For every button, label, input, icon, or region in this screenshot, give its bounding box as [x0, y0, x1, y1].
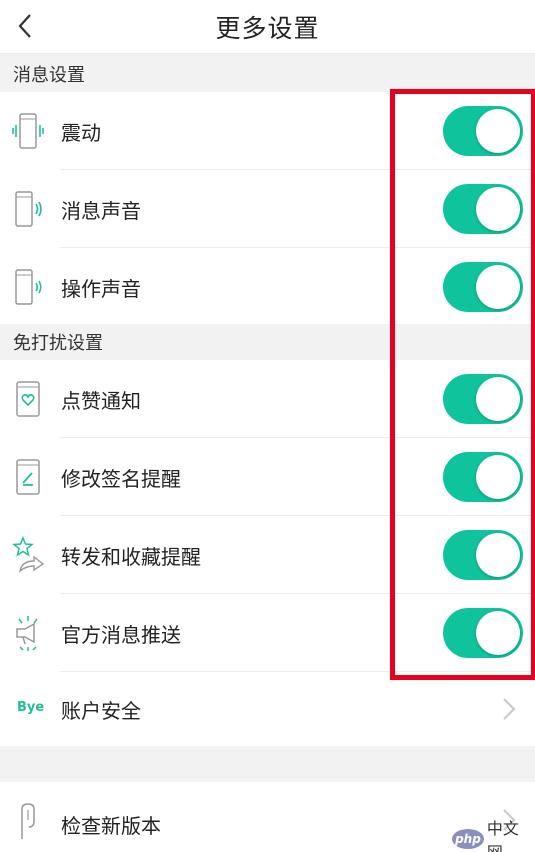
phone-heart-icon: [16, 381, 40, 417]
toggle-knob: [476, 611, 520, 655]
row-label-like-notify: 点赞通知: [61, 388, 141, 413]
toggle-knob: [476, 455, 520, 499]
row-label-check-update: 检查新版本: [61, 814, 161, 838]
action-sound-toggle[interactable]: [443, 262, 523, 312]
row-message-sound: 消息声音: [0, 170, 535, 248]
row-label-message-sound: 消息声音: [61, 198, 141, 223]
section-header-message: 消息设置: [0, 56, 535, 92]
toggle-knob: [476, 265, 520, 309]
like-notify-toggle[interactable]: [443, 374, 523, 424]
row-like-notify: 点赞通知: [0, 360, 535, 438]
phone-sound-icon: [15, 191, 42, 227]
message-sound-toggle[interactable]: [443, 184, 523, 234]
bye-icon: Bye: [17, 700, 45, 715]
vibrate-toggle[interactable]: [443, 106, 523, 156]
phone-pen-icon: [16, 459, 40, 495]
toggle-knob: [476, 187, 520, 231]
row-forward-fav-remind: 转发和收藏提醒: [0, 516, 535, 594]
chevron-right-icon: [503, 698, 516, 720]
page-title: 更多设置: [215, 13, 320, 43]
toggle-knob: [476, 377, 520, 421]
official-push-toggle[interactable]: [443, 608, 523, 658]
phone-sound-icon: [15, 269, 42, 305]
row-label-official-push: 官方消息推送: [61, 622, 181, 647]
watermark-text: 中文网: [486, 819, 519, 852]
row-action-sound: 操作声音: [0, 248, 535, 326]
row-label-signature-remind: 修改签名提醒: [61, 466, 181, 491]
back-button[interactable]: [10, 8, 40, 44]
row-official-push: 官方消息推送: [0, 594, 535, 672]
forward-fav-remind-toggle[interactable]: [443, 530, 523, 580]
phone-vibrate-icon: [12, 113, 44, 149]
toggle-knob: [476, 109, 520, 153]
row-label-forward-fav-remind: 转发和收藏提醒: [61, 544, 201, 569]
row-signature-remind: 修改签名提醒: [0, 438, 535, 516]
php-logo: php: [452, 829, 484, 849]
toggle-knob: [476, 533, 520, 577]
chevron-left-icon: [18, 14, 31, 38]
star-share-icon: [12, 536, 45, 573]
row-label-action-sound: 操作声音: [61, 276, 141, 301]
section-header-dnd: 免打扰设置: [0, 324, 535, 360]
nav-bar: 更多设置: [0, 0, 535, 54]
row-account-security[interactable]: Bye 账户安全: [0, 672, 535, 746]
row-label-vibrate: 震动: [61, 120, 101, 145]
watermark-logo: php 中文网: [452, 819, 532, 852]
row-vibrate: 震动: [0, 92, 535, 170]
megaphone-icon: [16, 616, 38, 651]
section-gap: [0, 746, 535, 782]
phone-version-icon: [21, 803, 35, 839]
row-label-account-security: 账户安全: [61, 698, 141, 723]
signature-remind-toggle[interactable]: [443, 452, 523, 502]
